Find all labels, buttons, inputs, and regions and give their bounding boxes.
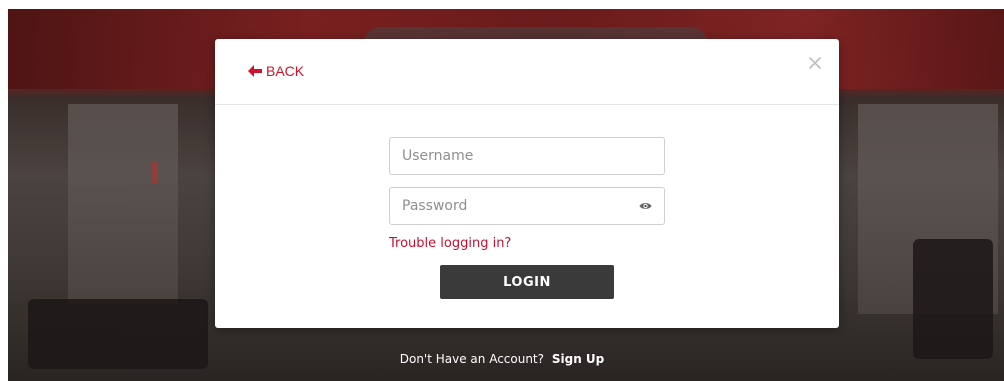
back-label: BACK [266, 63, 305, 79]
signup-prompt: Don't Have an Account? [399, 352, 545, 366]
signup-link[interactable]: Sign Up [552, 352, 604, 366]
login-modal: BACK Trouble logging in? LOGIN [215, 39, 839, 328]
modal-header: BACK [215, 39, 839, 105]
password-field[interactable] [389, 187, 665, 225]
username-field[interactable] [389, 137, 665, 175]
back-link[interactable]: BACK [248, 63, 304, 79]
trouble-logging-in-link[interactable]: Trouble logging in? [389, 236, 511, 251]
background-window-left [68, 104, 178, 304]
background-equipment-right [913, 239, 993, 359]
signup-row: Don't Have an Account? Sign Up [0, 352, 1004, 366]
eye-icon[interactable] [639, 201, 652, 211]
close-icon[interactable] [807, 55, 823, 71]
background-red-mark [152, 161, 158, 183]
arrow-left-icon [248, 65, 262, 77]
login-button[interactable]: LOGIN [440, 265, 614, 299]
password-input[interactable] [390, 188, 664, 224]
username-input[interactable] [390, 138, 664, 174]
